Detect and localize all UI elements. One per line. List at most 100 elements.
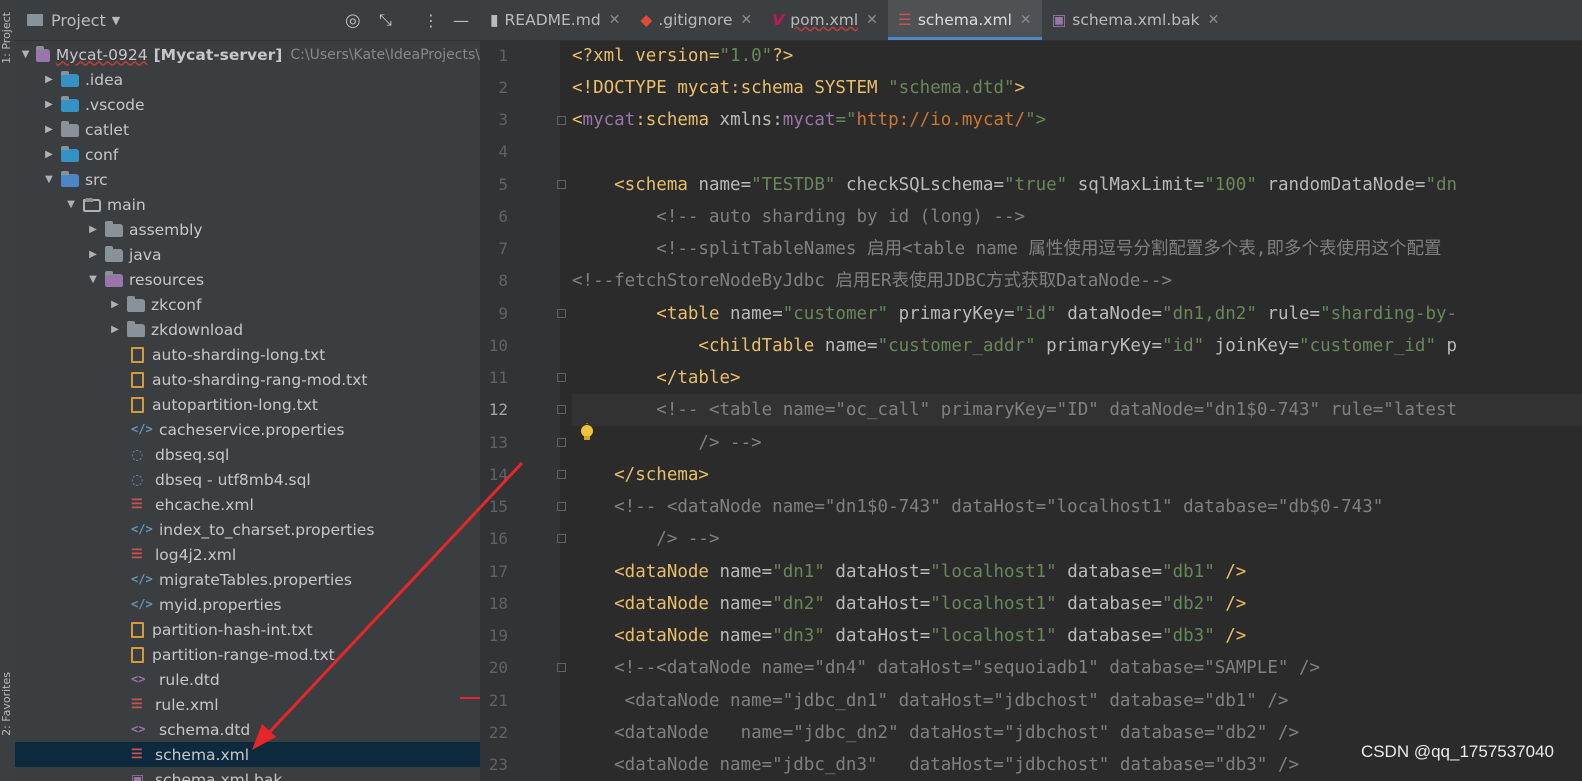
collapse-icon[interactable]: ⤡ xyxy=(379,10,392,30)
chevron-right-icon[interactable]: ▶ xyxy=(43,99,55,110)
token: primaryKey= xyxy=(1035,336,1163,356)
more-options-icon[interactable]: ⋮ xyxy=(423,11,439,30)
tree-item-resources[interactable]: ▼ resources xyxy=(15,267,480,292)
tree-file[interactable]: ☰ rule.xml xyxy=(15,692,480,717)
tree-item-assembly[interactable]: ▶ assembly xyxy=(15,217,480,242)
fold-icon[interactable] xyxy=(557,309,566,318)
tab-readme[interactable]: ▮ README.md ✕ xyxy=(480,0,630,40)
tab-label: README.md xyxy=(504,11,601,29)
tree-item-conf[interactable]: ▶ conf xyxy=(15,142,480,167)
close-icon[interactable]: ✕ xyxy=(609,12,621,28)
fold-icon[interactable] xyxy=(557,534,566,543)
chevron-right-icon[interactable]: ▶ xyxy=(109,324,121,335)
tree-item-idea[interactable]: ▶ .idea xyxy=(15,67,480,92)
code-line: <table name="customer" primaryKey="id" d… xyxy=(572,298,1457,330)
code-line: <!DOCTYPE mycat:schema SYSTEM "schema.dt… xyxy=(572,72,1025,104)
tree-file[interactable]: partition-hash-int.txt xyxy=(15,617,480,642)
close-icon[interactable]: ✕ xyxy=(1020,12,1032,28)
close-icon[interactable]: ✕ xyxy=(1208,12,1220,28)
code-line: <!--fetchStoreNodeByJdbc 启用ER表使用JDBC方式获取… xyxy=(572,271,1173,291)
tree-root[interactable]: ▼ Mycat-0924 [Mycat-server] C:\Users\Kat… xyxy=(15,42,480,67)
tab-schema-bak[interactable]: ▣ schema.xml.bak ✕ xyxy=(1042,0,1230,40)
tree-file[interactable]: </> myid.properties xyxy=(15,592,480,617)
tree-item-vscode[interactable]: ▶ .vscode xyxy=(15,92,480,117)
tree-file[interactable]: ▣ schema.xml.bak xyxy=(15,767,480,781)
tree-item-zkdownload[interactable]: ▶ zkdownload xyxy=(15,317,480,342)
tree-file[interactable]: auto-sharding-rang-mod.txt xyxy=(15,367,480,392)
tree-file[interactable]: <> schema.dtd xyxy=(15,717,480,742)
chevron-down-icon[interactable]: ▼ xyxy=(21,49,30,60)
token: < xyxy=(572,110,583,130)
tree-item-catlet[interactable]: ▶ catlet xyxy=(15,117,480,142)
xml-file-icon: ☰ xyxy=(131,496,143,512)
watermark: CSDN @qq_1757537040 xyxy=(1360,742,1554,761)
token: "TESTDB" xyxy=(751,175,836,195)
token: primaryKey= xyxy=(888,304,1015,324)
chevron-down-icon[interactable]: ▼ xyxy=(43,174,55,185)
fold-icon[interactable] xyxy=(557,405,566,414)
line-number: 9 xyxy=(498,304,508,323)
root-path: C:\Users\Kate\IdeaProjects\ xyxy=(290,46,480,63)
tree-file[interactable]: partition-range-mod.txt xyxy=(15,642,480,667)
fold-icon[interactable] xyxy=(557,470,566,479)
close-icon[interactable]: ✕ xyxy=(866,12,878,28)
tree-file[interactable]: autopartition-long.txt xyxy=(15,392,480,417)
favorites-tool-button[interactable]: 2: Favorites xyxy=(0,672,15,736)
tree-item-label: java xyxy=(129,245,162,264)
fold-icon[interactable] xyxy=(557,373,566,382)
project-view-dropdown[interactable]: Project xyxy=(51,11,106,30)
code-line: /> --> xyxy=(572,529,720,549)
token: "dn3" xyxy=(772,626,825,646)
token: /> xyxy=(1214,562,1247,582)
tree-file[interactable]: ☰ log4j2.xml xyxy=(15,542,480,567)
chevron-right-icon[interactable]: ▶ xyxy=(43,149,55,160)
fold-icon[interactable] xyxy=(557,502,566,511)
chevron-down-icon[interactable]: ▼ xyxy=(112,14,120,27)
fold-icon[interactable] xyxy=(557,180,566,189)
lightbulb-icon[interactable] xyxy=(578,423,596,443)
tree-file[interactable]: ◌ dbseq.sql xyxy=(15,442,480,467)
fold-icon[interactable] xyxy=(557,438,566,447)
token: /> xyxy=(1214,626,1247,646)
token: <?xml version= xyxy=(572,46,720,66)
tree-file[interactable]: <> rule.dtd xyxy=(15,667,480,692)
code-area[interactable]: <?xml version="1.0"?> <!DOCTYPE mycat:sc… xyxy=(572,40,1582,781)
fold-icon[interactable] xyxy=(557,116,566,125)
chevron-right-icon[interactable]: ▶ xyxy=(43,74,55,85)
chevron-right-icon[interactable]: ▶ xyxy=(87,249,99,260)
tree-file[interactable]: ☰ ehcache.xml xyxy=(15,492,480,517)
chevron-down-icon[interactable]: ▼ xyxy=(87,274,99,285)
token: "id" xyxy=(1014,304,1057,324)
line-number: 6 xyxy=(498,207,508,226)
code-line: <dataNode name="jdbc_dn1" dataHost="jdbc… xyxy=(572,691,1289,711)
chevron-right-icon[interactable]: ▶ xyxy=(87,224,99,235)
tree-item-src[interactable]: ▼ src xyxy=(15,167,480,192)
chevron-right-icon[interactable]: ▶ xyxy=(109,299,121,310)
tab-gitignore[interactable]: ◆ .gitignore ✕ xyxy=(630,0,762,40)
hide-icon[interactable]: — xyxy=(453,11,469,30)
tree-item-java[interactable]: ▶ java xyxy=(15,242,480,267)
project-tool-button[interactable]: 1: Project xyxy=(0,12,15,64)
target-icon[interactable]: ◎ xyxy=(345,10,361,31)
tree-file-selected[interactable]: ☰ schema.xml xyxy=(15,742,480,767)
tree-file[interactable]: </> index_to_charset.properties xyxy=(15,517,480,542)
tree-item-main[interactable]: ▼ main xyxy=(15,192,480,217)
tree-file[interactable]: auto-sharding-long.txt xyxy=(15,342,480,367)
token: "customer_addr" xyxy=(877,336,1036,356)
tree-file[interactable]: ◌ dbseq - utf8mb4.sql xyxy=(15,467,480,492)
tab-schema-xml[interactable]: ☰ schema.xml ✕ xyxy=(887,0,1042,40)
tree-item-label: rule.xml xyxy=(155,695,219,714)
tree-item-label: rule.dtd xyxy=(159,670,220,689)
token: rule= xyxy=(1256,304,1321,324)
tab-pom[interactable]: Vpom.xml ✕ xyxy=(762,0,888,40)
token: "1.0" xyxy=(719,46,773,66)
chevron-right-icon[interactable]: ▶ xyxy=(43,124,55,135)
token: xmlns: xyxy=(719,110,783,130)
tree-file[interactable]: </> migrateTables.properties xyxy=(15,567,480,592)
close-icon[interactable]: ✕ xyxy=(741,12,753,28)
tree-file[interactable]: </> cacheservice.properties xyxy=(15,417,480,442)
fold-icon[interactable] xyxy=(557,663,566,672)
tree-item-zkconf[interactable]: ▶ zkconf xyxy=(15,292,480,317)
chevron-down-icon[interactable]: ▼ xyxy=(65,199,77,210)
tree-item-label: autopartition-long.txt xyxy=(152,395,318,414)
